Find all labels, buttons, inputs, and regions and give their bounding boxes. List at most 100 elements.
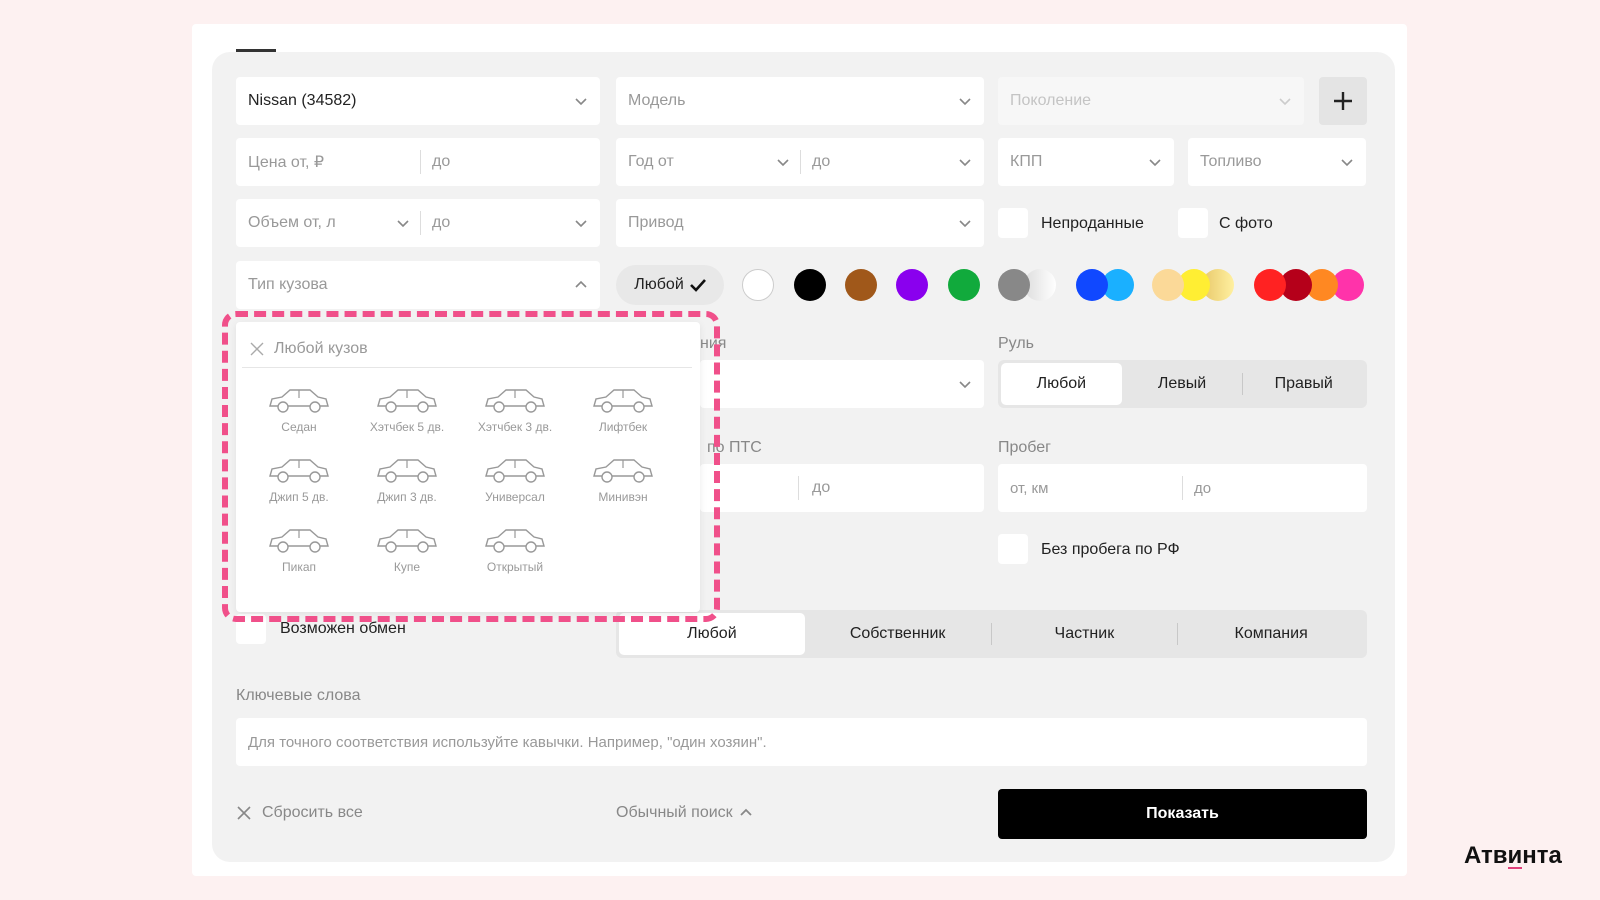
close-icon (250, 342, 264, 355)
volume-from-select[interactable]: Объем от, л (248, 214, 336, 232)
body-type-minivan[interactable]: Минивэн (573, 454, 673, 514)
generation-placeholder: Поколение (1010, 92, 1092, 109)
price-range[interactable]: Цена от, ₽ до (236, 138, 600, 186)
chevron-down-icon (575, 220, 587, 228)
owners-label-partial: ния (700, 335, 727, 352)
price-from-input[interactable]: Цена от, ₽ (248, 152, 324, 172)
car-minivan-icon (593, 459, 653, 483)
fuel-select[interactable]: Топливо (1188, 138, 1366, 186)
transmission-select[interactable]: КПП (998, 138, 1174, 186)
body-type-placeholder: Тип кузова (248, 276, 328, 293)
body-type-label: Джип 5 дв. (269, 490, 329, 504)
body-type-label: Джип 3 дв. (377, 490, 437, 504)
keywords-input[interactable]: Для точного соответствия используйте кав… (236, 718, 1367, 766)
car-pickup-icon (269, 529, 329, 553)
no-mileage-rf-checkbox[interactable] (998, 534, 1028, 564)
color-red-orange-pink-swatch[interactable] (1254, 269, 1364, 301)
with-photo-checkbox[interactable] (1178, 208, 1208, 238)
seller-owner-option[interactable]: Собственник (805, 613, 991, 655)
body-type-pickup[interactable]: Пикап (249, 524, 349, 584)
body-type-hatchback-3d[interactable]: Хэтчбек 3 дв. (465, 384, 565, 444)
chevron-down-icon (1341, 159, 1353, 167)
simple-search-toggle[interactable]: Обычный поиск (616, 804, 753, 822)
volume-to-select[interactable]: до (432, 214, 450, 232)
car-sedan-icon (269, 389, 329, 413)
drive-placeholder: Привод (628, 214, 684, 231)
owners-to-input[interactable]: до (812, 479, 830, 497)
chevron-up-icon (740, 808, 752, 816)
mileage-to-input[interactable]: до (1194, 480, 1211, 497)
color-blue-swatch[interactable] (1076, 269, 1136, 301)
wheel-segmented: Любой Левый Правый (998, 360, 1367, 408)
mileage-from-input[interactable]: от, км (1010, 480, 1048, 497)
body-type-convertible[interactable]: Открытый (465, 524, 565, 584)
chevron-down-icon (397, 220, 409, 228)
car-suv-5d-icon (269, 459, 329, 483)
wheel-any-option[interactable]: Любой (1001, 363, 1122, 405)
color-green-swatch[interactable] (948, 269, 980, 301)
model-select[interactable]: Модель (616, 77, 984, 125)
brand-value: Nissan (34582) (248, 92, 357, 109)
body-type-coupe[interactable]: Купе (357, 524, 457, 584)
wheel-label: Руль (998, 335, 1034, 352)
wheel-left-option[interactable]: Левый (1122, 363, 1243, 405)
drive-select[interactable]: Привод (616, 199, 984, 247)
color-any-pill[interactable]: Любой (616, 265, 724, 305)
chevron-down-icon (959, 98, 971, 106)
body-type-hatchback-5d[interactable]: Хэтчбек 5 дв. (357, 384, 457, 444)
show-button[interactable]: Показать (998, 789, 1367, 839)
car-convertible-icon (485, 529, 545, 553)
seller-private-option[interactable]: Частник (992, 613, 1178, 655)
body-type-liftback[interactable]: Лифтбек (573, 384, 673, 444)
body-type-wagon[interactable]: Универсал (465, 454, 565, 514)
body-type-label: Пикап (281, 560, 316, 574)
body-type-label: Лифтбек (598, 420, 648, 434)
price-to-input[interactable]: до (432, 153, 450, 171)
body-type-suv-5d[interactable]: Джип 5 дв. (249, 454, 349, 514)
year-to-select[interactable]: до (812, 153, 830, 171)
color-gray-silver-swatch[interactable] (998, 269, 1058, 301)
body-type-select[interactable]: Тип кузова (236, 261, 600, 309)
body-type-label: Минивэн (598, 490, 648, 504)
body-type-label: Седан (281, 420, 317, 434)
any-body-option[interactable]: Любой кузов (242, 330, 692, 368)
exchange-checkbox[interactable] (236, 614, 266, 644)
with-photo-label: С фото (1219, 215, 1273, 232)
color-purple-swatch[interactable] (896, 269, 928, 301)
transmission-placeholder: КПП (1010, 153, 1043, 170)
chevron-down-icon (959, 381, 971, 389)
color-any-label: Любой (634, 276, 684, 293)
wheel-right-option[interactable]: Правый (1243, 363, 1364, 405)
color-brown-swatch[interactable] (845, 269, 877, 301)
chevron-down-icon (1149, 159, 1161, 167)
volume-range[interactable]: Объем от, л до (236, 199, 600, 247)
check-icon (689, 279, 706, 292)
year-from-select[interactable]: Год от (628, 153, 674, 171)
reset-all-button[interactable]: Сбросить все (236, 804, 363, 822)
owners-pts-range[interactable]: до (700, 464, 984, 512)
unsold-checkbox[interactable] (998, 208, 1028, 238)
chevron-down-icon (959, 159, 971, 167)
mileage-label: Пробег (998, 439, 1052, 456)
no-mileage-rf-label: Без пробега по РФ (1041, 541, 1180, 558)
body-type-label: Универсал (485, 490, 545, 504)
year-range[interactable]: Год от до (616, 138, 984, 186)
brand-select[interactable]: Nissan (34582) (236, 77, 600, 125)
mileage-range[interactable]: от, км до (998, 464, 1367, 512)
brand-logo: Атвинта (1464, 842, 1562, 869)
seller-any-option[interactable]: Любой (619, 613, 805, 655)
owners-select[interactable] (700, 360, 984, 408)
seller-company-option[interactable]: Компания (1178, 613, 1364, 655)
keywords-placeholder: Для точного соответствия используйте кав… (248, 733, 767, 751)
simple-search-label: Обычный поиск (616, 804, 733, 821)
body-type-label: Открытый (486, 560, 544, 574)
body-type-sedan[interactable]: Седан (249, 384, 349, 444)
color-yellow-beige-swatch[interactable] (1152, 269, 1236, 301)
color-white-swatch[interactable] (742, 269, 774, 301)
add-brand-button[interactable] (1319, 77, 1367, 125)
unsold-label: Непроданные (1041, 215, 1144, 232)
generation-select[interactable]: Поколение (998, 77, 1304, 125)
body-type-suv-3d[interactable]: Джип 3 дв. (357, 454, 457, 514)
fuel-placeholder: Топливо (1200, 153, 1262, 170)
color-black-swatch[interactable] (794, 269, 826, 301)
